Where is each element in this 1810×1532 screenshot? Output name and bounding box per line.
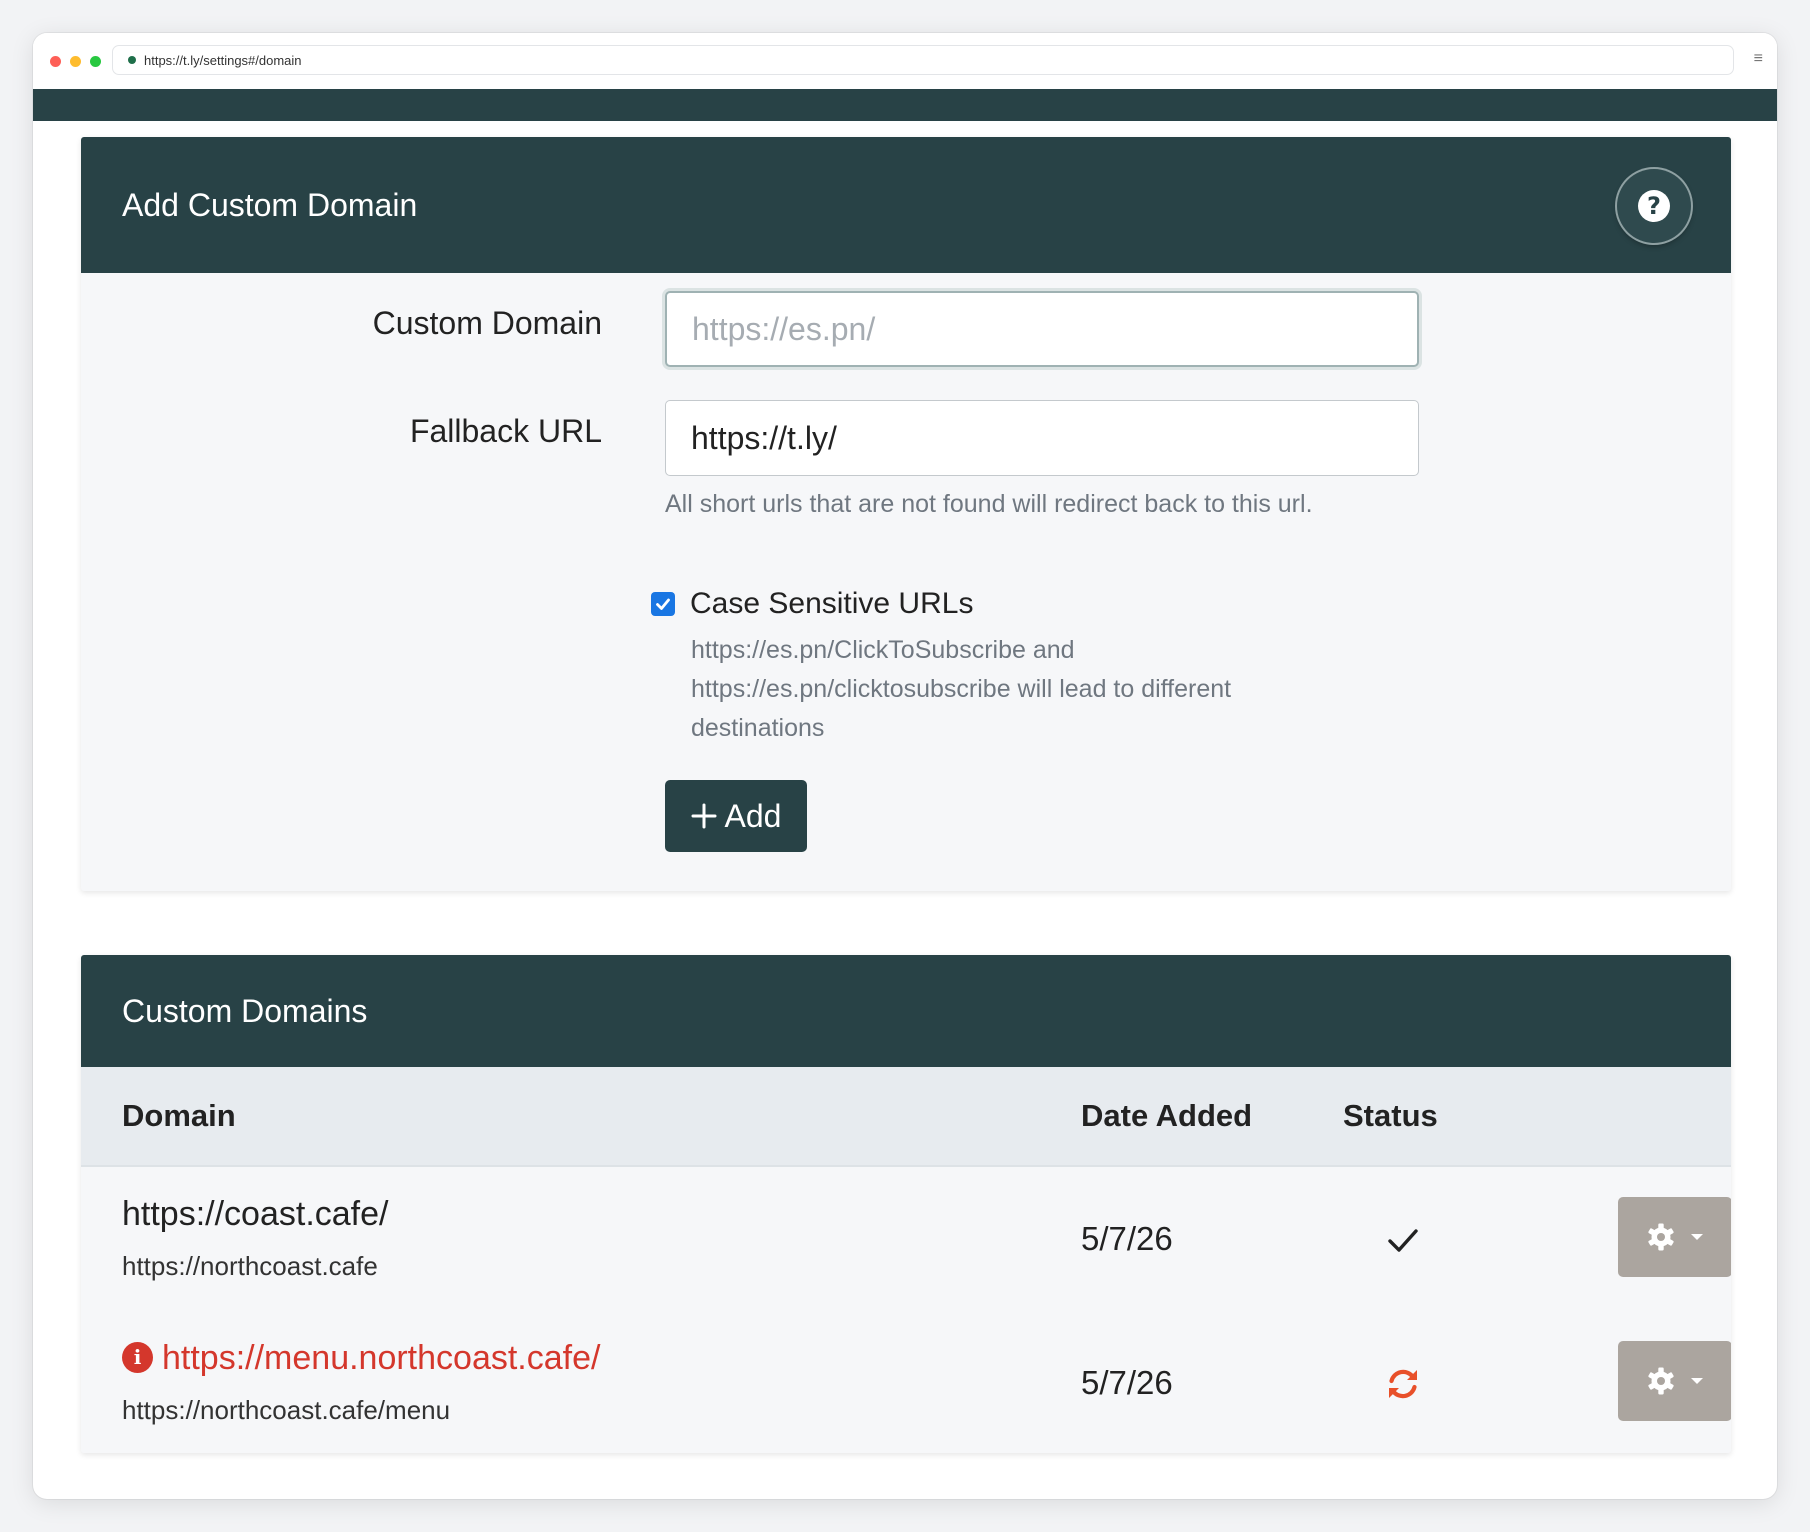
column-header-domain: Domain — [122, 1098, 236, 1133]
maximize-window-icon[interactable] — [90, 55, 101, 67]
date-added: 5/7/26 — [1081, 1364, 1173, 1401]
add-custom-domain-title: Add Custom Domain — [122, 187, 418, 223]
error-info-icon: i — [122, 1342, 153, 1373]
custom-domains-title: Custom Domains — [122, 993, 368, 1029]
checkmark-icon — [656, 598, 670, 610]
custom-domains-card: Custom Domains Domain Date Added Status … — [81, 955, 1731, 1453]
address-bar[interactable]: https://t.ly/settings#/domain — [112, 45, 1734, 75]
plus-icon — [691, 803, 717, 829]
secure-connection-icon — [128, 56, 136, 64]
column-header-date-added: Date Added — [1081, 1098, 1253, 1133]
check-icon — [1388, 1229, 1418, 1252]
table-header: Domain Date Added Status — [81, 1067, 1731, 1167]
add-domain-button-label: Add — [724, 797, 782, 834]
column-header-status: Status — [1343, 1098, 1438, 1133]
case-sensitive-help: https://es.pn/ClickToSubscribe and https… — [691, 636, 1232, 742]
add-custom-domain-card: Add Custom Domain ? Custom Domain Fallba… — [81, 137, 1731, 891]
case-sensitive-checkbox[interactable] — [651, 592, 675, 616]
window-controls — [50, 55, 101, 67]
domain-name[interactable]: https://menu.northcoast.cafe/ — [162, 1339, 600, 1378]
domain-actions-button[interactable] — [1618, 1341, 1731, 1421]
add-custom-domain-header: Add Custom Domain ? — [81, 137, 1731, 273]
chevron-down-icon — [1691, 1378, 1703, 1384]
gear-icon — [1648, 1367, 1674, 1395]
chevron-down-icon — [1691, 1234, 1703, 1240]
case-sensitive-option[interactable]: Case Sensitive URLs — [651, 587, 973, 621]
custom-domains-header: Custom Domains — [81, 955, 1731, 1067]
minimize-window-icon[interactable] — [70, 55, 81, 67]
domain-fallback-url: https://northcoast.cafe/menu — [122, 1395, 451, 1425]
custom-domain-label: Custom Domain — [372, 305, 602, 341]
browser-menu-icon[interactable]: ≡ — [1754, 51, 1763, 67]
case-sensitive-label: Case Sensitive URLs — [690, 587, 974, 620]
site-navbar — [33, 89, 1777, 121]
custom-domain-input[interactable] — [665, 291, 1419, 367]
question-icon: ? — [1638, 190, 1670, 222]
table-row: https://coast.cafe/ https://northcoast.c… — [81, 1167, 1731, 1313]
close-window-icon[interactable] — [50, 55, 61, 67]
gear-icon — [1648, 1223, 1674, 1251]
table-row: i https://menu.northcoast.cafe/ https://… — [81, 1311, 1731, 1453]
sync-icon — [1389, 1369, 1417, 1399]
browser-chrome: https://t.ly/settings#/domain ≡ — [33, 33, 1777, 89]
domain-name[interactable]: https://coast.cafe/ — [122, 1195, 388, 1234]
address-bar-url: https://t.ly/settings#/domain — [144, 52, 302, 68]
domain-actions-button[interactable] — [1618, 1197, 1731, 1277]
browser-window: https://t.ly/settings#/domain ≡ Add Cust… — [33, 33, 1777, 1499]
help-button[interactable]: ? — [1617, 169, 1691, 243]
add-domain-button[interactable]: Add — [665, 780, 807, 852]
fallback-url-label: Fallback URL — [409, 413, 602, 449]
fallback-url-input[interactable] — [665, 400, 1419, 476]
fallback-url-help: All short urls that are not found will r… — [665, 490, 1313, 518]
domain-fallback-url: https://northcoast.cafe — [122, 1251, 378, 1281]
date-added: 5/7/26 — [1081, 1220, 1173, 1257]
